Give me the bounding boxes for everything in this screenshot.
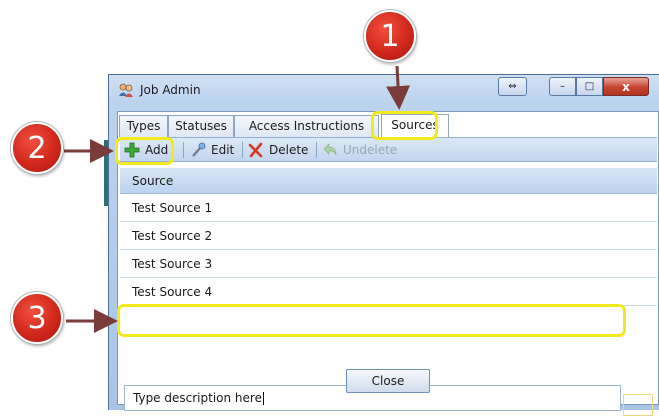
- close-window-button[interactable]: x: [603, 77, 649, 96]
- undo-arrow-icon: [322, 142, 338, 158]
- edit-button[interactable]: Edit: [190, 141, 234, 159]
- new-row-text: Type description here: [133, 391, 262, 405]
- tab-access-instructions[interactable]: Access Instructions: [234, 115, 379, 137]
- highlight-new-row: [117, 304, 626, 337]
- highlight-add-button: [115, 137, 174, 165]
- table-row[interactable]: Test Source 1: [120, 194, 657, 222]
- title-bar[interactable]: Job Admin ⇔ – □ x: [109, 75, 659, 105]
- window-title: Job Admin: [140, 83, 201, 97]
- table-row[interactable]: Test Source 2: [120, 222, 657, 250]
- toolbar: Add Edit Delete Undelete: [120, 137, 657, 162]
- delete-button[interactable]: Delete: [248, 141, 308, 159]
- toolbar-separator: [316, 142, 317, 158]
- callout-badge-1: 1: [364, 10, 416, 62]
- tab-types[interactable]: Types: [119, 115, 168, 137]
- table-row[interactable]: Test Source 4: [120, 278, 657, 306]
- delete-label: Delete: [269, 143, 309, 157]
- red-x-icon: [248, 142, 264, 158]
- highlight-sources-tab: [371, 111, 438, 140]
- minimize-button[interactable]: –: [549, 77, 576, 96]
- new-row-cell-end: [623, 394, 653, 416]
- edit-label: Edit: [211, 143, 235, 157]
- column-header-source[interactable]: Source: [120, 168, 657, 194]
- people-icon: [118, 82, 134, 98]
- table-row[interactable]: Test Source 3: [120, 250, 657, 278]
- toolbar-separator: [183, 142, 184, 158]
- close-button[interactable]: Close: [346, 369, 430, 393]
- callout-badge-3: 3: [11, 292, 63, 344]
- wand-icon: [190, 142, 206, 158]
- undelete-button[interactable]: Undelete: [322, 141, 397, 159]
- callout-badge-2: 2: [11, 122, 63, 174]
- tab-statuses[interactable]: Statuses: [168, 115, 234, 137]
- toolbar-separator: [242, 142, 243, 158]
- resize-button[interactable]: ⇔: [498, 77, 527, 96]
- maximize-button[interactable]: □: [576, 77, 603, 96]
- text-caret: [262, 392, 264, 405]
- undelete-label: Undelete: [343, 143, 398, 157]
